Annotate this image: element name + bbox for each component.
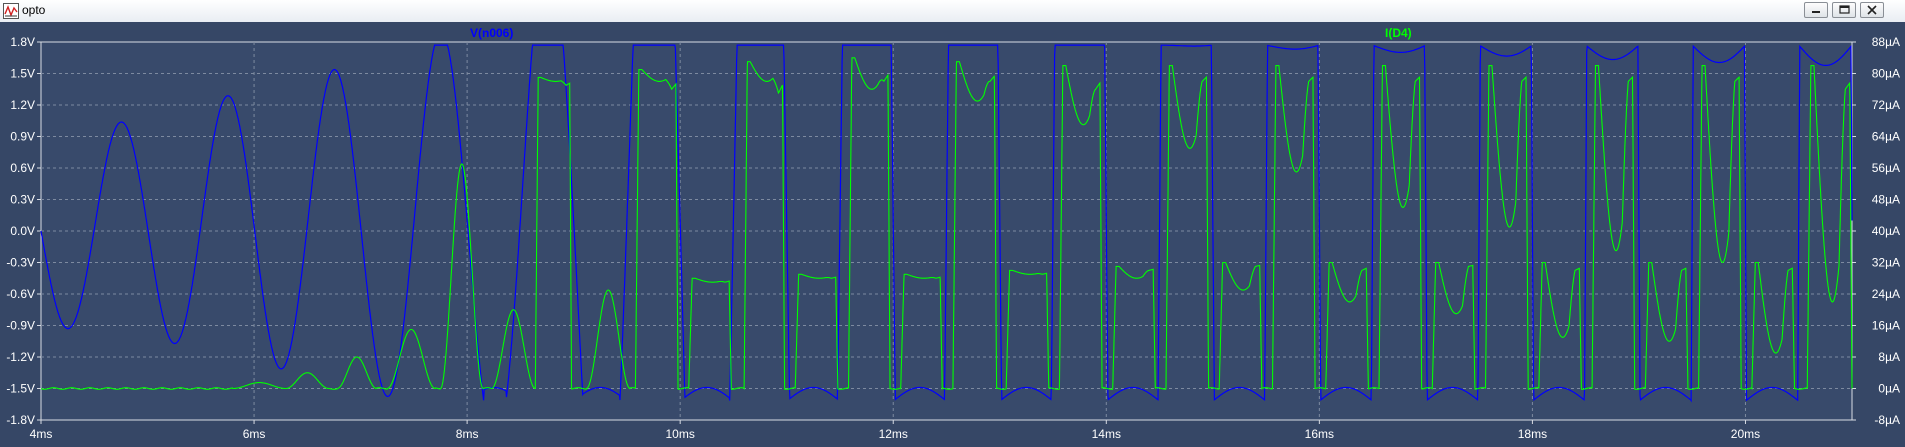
close-icon <box>1867 5 1877 15</box>
y-left-tick-label: -0.9V <box>6 319 35 333</box>
y-left-tick-label: -1.8V <box>6 413 35 427</box>
x-tick-label: 10ms <box>666 427 695 441</box>
y-left-tick-label: 1.2V <box>10 98 35 112</box>
title-bar[interactable]: opto <box>0 0 1905 23</box>
y-left-tick-label: 0.6V <box>10 161 35 175</box>
minimize-icon <box>1812 11 1820 13</box>
y-right-tick-label: 72µA <box>1872 98 1900 112</box>
y-right-tick-label: 48µA <box>1872 193 1900 207</box>
y-right-tick-label: 80µA <box>1872 67 1900 81</box>
x-tick-label: 6ms <box>243 427 266 441</box>
y-right-tick-label: 32µA <box>1872 256 1900 270</box>
y-right-tick-label: 56µA <box>1872 161 1900 175</box>
y-left-tick-label: 0.0V <box>10 224 35 238</box>
y-right-tick-label: 8µA <box>1878 350 1900 364</box>
x-tick-label: 20ms <box>1731 427 1760 441</box>
y-left-tick-label: 0.3V <box>10 193 35 207</box>
window-title: opto <box>22 3 46 17</box>
y-left-tick-label: 1.8V <box>10 35 35 49</box>
y-left-tick-label: 1.5V <box>10 67 35 81</box>
restore-button[interactable] <box>1832 2 1856 18</box>
y-left-tick-label: -0.3V <box>6 256 35 270</box>
close-button[interactable] <box>1860 2 1884 18</box>
x-tick-label: 4ms <box>30 427 53 441</box>
y-right-tick-label: 24µA <box>1872 287 1900 301</box>
y-right-tick-label: 0µA <box>1878 382 1900 396</box>
y-left-tick-label: -1.2V <box>6 350 35 364</box>
waveform-plot[interactable]: 4ms 6ms 8ms 10ms 12ms 14ms 16ms 18ms 20ms 1.8V 1.5… <box>0 22 1905 447</box>
y-right-tick-label: -8µA <box>1874 413 1900 427</box>
y-left-tick-label: -0.6V <box>6 287 35 301</box>
x-tick-label: 12ms <box>879 427 908 441</box>
x-tick-label: 16ms <box>1305 427 1334 441</box>
x-tick-label: 8ms <box>456 427 479 441</box>
x-tick-label: 14ms <box>1092 427 1121 441</box>
series-label-i-d4[interactable]: I(D4) <box>1385 26 1412 40</box>
y-right-tick-label: 88µA <box>1872 35 1900 49</box>
restore-icon <box>1839 5 1850 14</box>
y-left-tick-label: 0.9V <box>10 130 35 144</box>
y-right-tick-label: 64µA <box>1872 130 1900 144</box>
y-right-tick-label: 16µA <box>1872 319 1900 333</box>
series-label-v-n006[interactable]: V(n006) <box>470 26 513 40</box>
x-tick-label: 18ms <box>1518 427 1547 441</box>
y-right-tick-label: 40µA <box>1872 224 1900 238</box>
minimize-button[interactable] <box>1804 2 1828 18</box>
y-left-tick-label: -1.5V <box>6 382 35 396</box>
waveform-window: opto 4ms 6ms 8ms 10ms 12ms 14ms 16ms 18ms 20ms 1.… <box>0 0 1905 447</box>
waveform-viewer-icon <box>3 3 19 19</box>
